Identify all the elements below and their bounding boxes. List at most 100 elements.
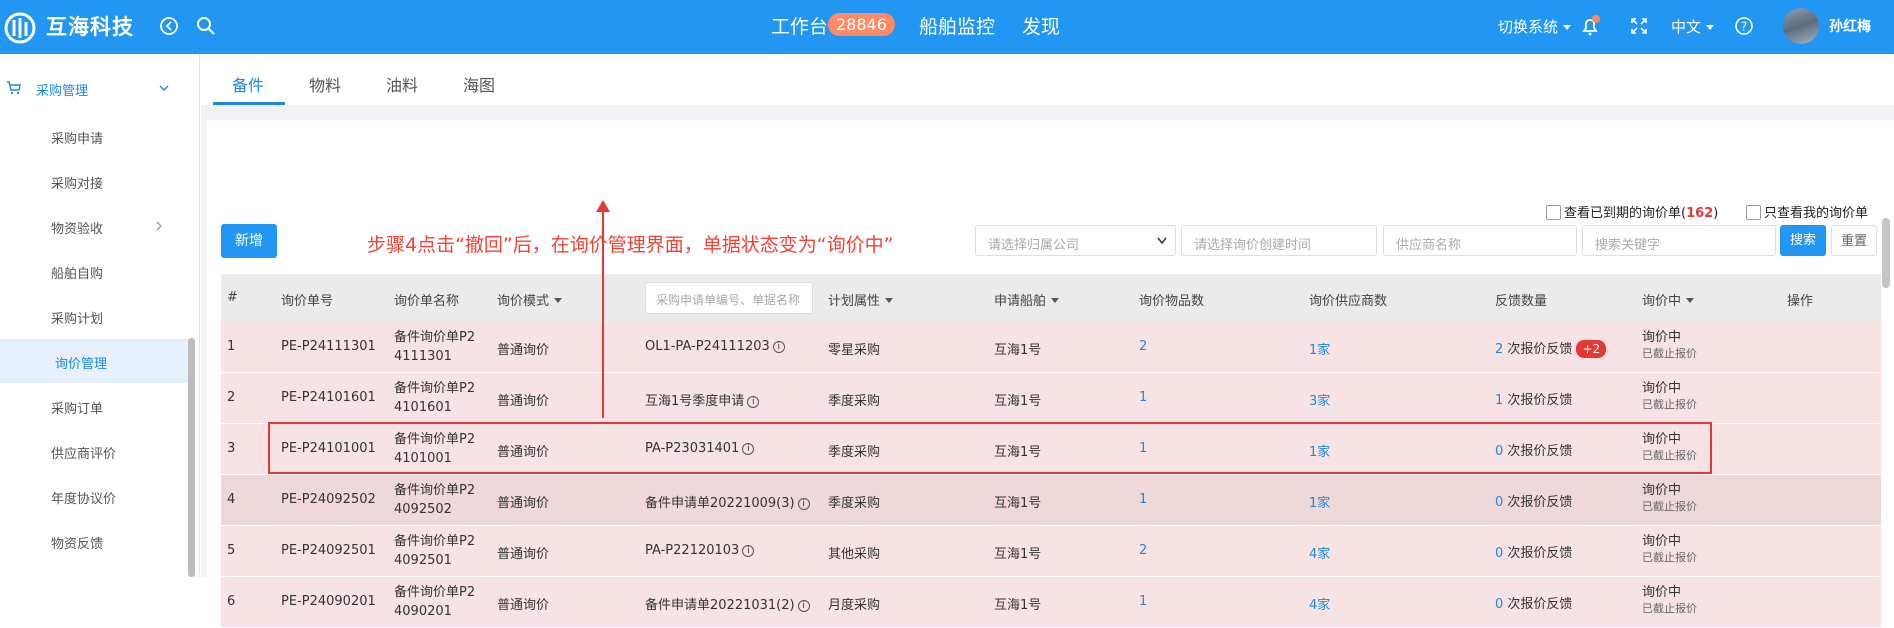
inquiry-no[interactable]: PE-P24092502 bbox=[281, 492, 376, 507]
status-cell: 询价中 已截止报价 bbox=[1642, 330, 1697, 360]
col-index: # bbox=[227, 290, 238, 305]
language-dropdown[interactable]: 中文 bbox=[1671, 16, 1715, 37]
table-row[interactable]: 4 PE-P24092502 备件询价单P2 4092502 普通询价 备件申请单2022… bbox=[221, 475, 1881, 526]
col-item-count: 询价物品数 bbox=[1139, 294, 1205, 309]
supplier-count-link[interactable]: 4家 bbox=[1309, 594, 1330, 613]
col-plan-attribute[interactable]: 计划属性 bbox=[828, 290, 894, 309]
info-icon[interactable]: i bbox=[772, 341, 785, 353]
chevron-down-icon bbox=[1706, 25, 1715, 30]
inquiry-name[interactable]: 备件询价单P2 4092501 bbox=[394, 532, 475, 570]
requisition-ref[interactable]: 备件申请单20221009(3) i bbox=[645, 492, 810, 511]
sidebar-item-material-feedback[interactable]: 物资反馈 bbox=[0, 519, 190, 563]
checkbox-icon bbox=[1546, 205, 1561, 220]
requisition-filter-input[interactable]: 采购申请单编号、单据名称 bbox=[645, 282, 813, 314]
inquiry-no[interactable]: PE-P24090201 bbox=[281, 594, 376, 609]
supplier-count-link[interactable]: 3家 bbox=[1309, 390, 1330, 409]
feedback-count[interactable]: 0 次报价反馈 bbox=[1495, 491, 1572, 510]
sidebar-group-purchase[interactable]: 采购管理 bbox=[0, 70, 190, 106]
nav-workbench[interactable]: 工作台 bbox=[771, 12, 828, 39]
feedback-count[interactable]: 0 次报价反馈 bbox=[1495, 542, 1572, 561]
col-ship[interactable]: 申请船舶 bbox=[994, 290, 1060, 309]
inquiry-no[interactable]: PE-P24092501 bbox=[281, 543, 376, 558]
info-icon[interactable]: i bbox=[797, 600, 810, 612]
avatar[interactable] bbox=[1783, 8, 1819, 44]
feedback-count[interactable]: 1 次报价反馈 bbox=[1495, 389, 1572, 408]
plan-attribute: 月度采购 bbox=[828, 598, 881, 613]
item-count-link[interactable]: 2 bbox=[1139, 543, 1147, 558]
item-count-link[interactable]: 1 bbox=[1139, 492, 1147, 507]
inquiry-no[interactable]: PE-P24111301 bbox=[281, 339, 376, 354]
company-select[interactable]: 请选择归属公司 bbox=[975, 225, 1176, 256]
info-icon[interactable]: i bbox=[742, 545, 755, 557]
info-icon[interactable]: i bbox=[797, 498, 810, 510]
sidebar-item-acceptance[interactable]: 物资验收 bbox=[0, 204, 190, 248]
sidebar-item-purchase-plan[interactable]: 采购计划 bbox=[0, 294, 190, 338]
row-index: 5 bbox=[227, 543, 236, 558]
feedback-count[interactable]: 2 次报价反馈 +2 bbox=[1495, 338, 1607, 358]
requisition-ref[interactable]: 互海1号季度申请 i bbox=[645, 390, 760, 409]
cart-icon bbox=[7, 81, 21, 95]
table-row[interactable]: 6 PE-P24090201 备件询价单P2 4090201 普通询价 备件申请单2022… bbox=[221, 577, 1881, 628]
sidebar-item-ship-self-purchase[interactable]: 船舶自购 bbox=[0, 249, 190, 293]
inquiry-no[interactable]: PE-P24101601 bbox=[281, 390, 376, 405]
inquiry-name[interactable]: 备件询价单P2 4111301 bbox=[394, 328, 475, 366]
item-count-link[interactable]: 2 bbox=[1139, 339, 1147, 354]
table-row[interactable]: 2 PE-P24101601 备件询价单P2 4101601 普通询价 互海1号季度申请 i… bbox=[221, 373, 1881, 424]
nav-discover[interactable]: 发现 bbox=[1022, 12, 1060, 39]
supplier-count-link[interactable]: 1家 bbox=[1309, 339, 1330, 358]
main-area: 备件 物料 油料 海图 查看已到期的询价单(162) 只查看我的询价单 新增 步… bbox=[201, 54, 1894, 628]
table-row[interactable]: 1 PE-P24111301 备件询价单P2 4111301 普通询价 OL1-PA-P2… bbox=[221, 322, 1881, 373]
col-inquiry-mode[interactable]: 询价模式 bbox=[497, 290, 563, 309]
tab-charts[interactable]: 海图 bbox=[463, 72, 495, 96]
create-time-picker[interactable]: 请选择询价创建时间 bbox=[1181, 225, 1377, 256]
fullscreen-icon[interactable] bbox=[1626, 13, 1652, 39]
search-icon[interactable] bbox=[193, 13, 219, 39]
supplier-name-input[interactable]: 供应商名称 bbox=[1383, 225, 1577, 256]
keyword-input[interactable]: 搜索关键字 bbox=[1582, 225, 1776, 256]
feedback-count[interactable]: 0 次报价反馈 bbox=[1495, 593, 1572, 612]
item-count-link[interactable]: 1 bbox=[1139, 390, 1147, 405]
requisition-ref[interactable]: 备件申请单20221031(2) i bbox=[645, 594, 810, 613]
active-tab-indicator bbox=[213, 102, 285, 105]
inquiry-name[interactable]: 备件询价单P2 4090201 bbox=[394, 583, 475, 621]
tab-spare-parts[interactable]: 备件 bbox=[232, 72, 264, 96]
expired-inquiry-checkbox[interactable]: 查看已到期的询价单(162) bbox=[1546, 202, 1718, 221]
supplier-count-link[interactable]: 4家 bbox=[1309, 543, 1330, 562]
only-mine-checkbox[interactable]: 只查看我的询价单 bbox=[1746, 202, 1868, 221]
help-icon[interactable]: ? bbox=[1731, 13, 1757, 39]
status-cell: 询价中 已截止报价 bbox=[1642, 585, 1697, 615]
chevron-down-icon bbox=[1563, 25, 1572, 30]
sidebar-scrollbar[interactable] bbox=[188, 338, 195, 577]
bell-icon[interactable] bbox=[1577, 13, 1603, 39]
table-scrollbar[interactable] bbox=[1882, 218, 1890, 288]
search-button[interactable]: 搜索 bbox=[1780, 225, 1826, 256]
back-icon[interactable] bbox=[156, 13, 182, 39]
caret-down-icon bbox=[1686, 298, 1695, 303]
sidebar-item-supplier-evaluation[interactable]: 供应商评价 bbox=[0, 429, 190, 473]
info-icon[interactable]: i bbox=[747, 396, 760, 408]
requisition-ref[interactable]: PA-P22120103 i bbox=[645, 543, 755, 558]
col-feedback-count: 反馈数量 bbox=[1495, 294, 1548, 309]
language-label: 中文 bbox=[1671, 18, 1702, 36]
add-button[interactable]: 新增 bbox=[221, 224, 277, 258]
sidebar-item-purchase-order[interactable]: 采购订单 bbox=[0, 384, 190, 428]
sidebar-item-purchase-docking[interactable]: 采购对接 bbox=[0, 159, 190, 203]
col-status[interactable]: 询价中 bbox=[1642, 290, 1695, 309]
sidebar-item-annual-price[interactable]: 年度协议价 bbox=[0, 474, 190, 518]
tab-oil[interactable]: 油料 bbox=[386, 72, 418, 96]
reset-button[interactable]: 重置 bbox=[1831, 225, 1877, 256]
sidebar-item-inquiry-management[interactable]: 询价管理 bbox=[0, 339, 190, 383]
inquiry-name[interactable]: 备件询价单P2 4092502 bbox=[394, 481, 475, 519]
table-row[interactable]: 5 PE-P24092501 备件询价单P2 4092501 普通询价 PA-P22120… bbox=[221, 526, 1881, 577]
ship-name: 互海1号 bbox=[994, 496, 1042, 511]
nav-ship-monitor[interactable]: 船舶监控 bbox=[919, 12, 995, 39]
ship-name: 互海1号 bbox=[994, 547, 1042, 562]
inquiry-name[interactable]: 备件询价单P2 4101601 bbox=[394, 379, 475, 417]
switch-system-dropdown[interactable]: 切换系统 bbox=[1498, 16, 1572, 37]
sidebar-item-purchase-request[interactable]: 采购申请 bbox=[0, 114, 190, 158]
requisition-ref[interactable]: OL1-PA-P24111203 i bbox=[645, 339, 785, 354]
item-count-link[interactable]: 1 bbox=[1139, 594, 1147, 609]
tab-materials[interactable]: 物料 bbox=[309, 72, 341, 96]
username[interactable]: 孙红梅 bbox=[1829, 16, 1871, 36]
supplier-count-link[interactable]: 1家 bbox=[1309, 492, 1330, 511]
